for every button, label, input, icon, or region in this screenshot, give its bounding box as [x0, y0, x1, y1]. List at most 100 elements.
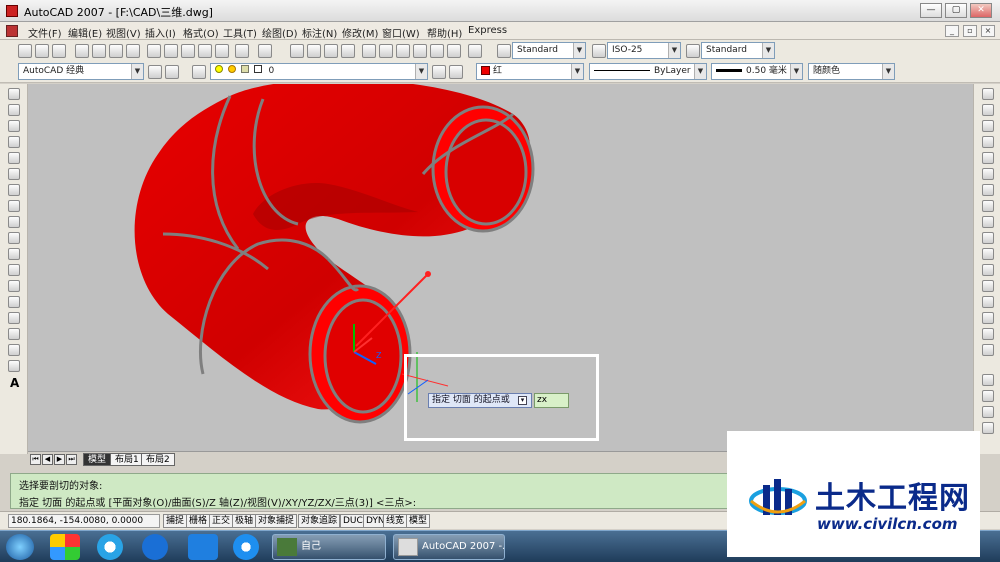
next-tab-icon[interactable]: ▶	[54, 454, 65, 465]
osnap-toggle[interactable]: 对象捕捉	[255, 514, 298, 528]
construction-line-icon[interactable]	[8, 104, 20, 116]
close-button[interactable]: ✕	[970, 3, 992, 18]
scale-icon[interactable]	[982, 200, 994, 212]
tool-palettes-icon[interactable]	[396, 44, 410, 58]
make-block-icon[interactable]	[8, 280, 20, 292]
start-button-icon[interactable]	[6, 534, 34, 560]
menu-format[interactable]: 格式(O)	[183, 25, 219, 40]
draworder-back-icon[interactable]	[982, 390, 994, 402]
layer-manager-icon[interactable]	[192, 65, 206, 79]
player-icon[interactable]	[233, 534, 259, 560]
workspace-select[interactable]: AutoCAD 经典 ▼	[18, 63, 144, 80]
match-properties-icon[interactable]	[198, 44, 212, 58]
paste-icon[interactable]	[181, 44, 195, 58]
table-style-select[interactable]: Standard ▼	[701, 42, 775, 59]
make-current-layer-icon[interactable]	[432, 65, 446, 79]
dim-style-icon[interactable]	[592, 44, 606, 58]
menu-file[interactable]: 文件(F)	[28, 25, 62, 40]
menu-draw[interactable]: 绘图(D)	[262, 25, 298, 40]
otrack-toggle[interactable]: 对象追踪	[298, 514, 341, 528]
menu-tools[interactable]: 工具(T)	[223, 25, 257, 40]
chamfer-icon[interactable]	[982, 312, 994, 324]
dropdown-arrow-icon[interactable]: ▾	[518, 396, 527, 405]
menu-edit[interactable]: 编辑(E)	[68, 25, 102, 40]
new-icon[interactable]	[18, 44, 32, 58]
break-at-point-icon[interactable]	[982, 264, 994, 276]
linetype-select[interactable]: ByLayer ▼	[589, 63, 707, 80]
undo-icon[interactable]	[235, 44, 249, 58]
tab-layout2[interactable]: 布局2	[141, 453, 175, 466]
lineweight-select[interactable]: 0.50 毫米 ▼	[711, 63, 803, 80]
mirror-icon[interactable]	[982, 120, 994, 132]
array-icon[interactable]	[982, 152, 994, 164]
dim-style-select[interactable]: ISO-25 ▼	[607, 42, 681, 59]
menu-view[interactable]: 视图(V)	[106, 25, 141, 40]
first-tab-icon[interactable]: ⏮	[30, 454, 41, 465]
zoom-realtime-icon[interactable]	[307, 44, 321, 58]
ortho-toggle[interactable]: 正交	[209, 514, 234, 528]
design-center-icon[interactable]	[379, 44, 393, 58]
layer-select[interactable]: 0 ▼	[210, 63, 428, 80]
join-icon[interactable]	[982, 296, 994, 308]
workspace-save-icon[interactable]	[165, 65, 179, 79]
coordinate-display[interactable]: 180.1864, -154.0080, 0.0000	[8, 514, 160, 528]
copy-icon[interactable]	[164, 44, 178, 58]
doc-close-button[interactable]: ×	[981, 25, 995, 37]
gradient-icon[interactable]	[8, 328, 20, 340]
menu-insert[interactable]: 插入(I)	[145, 25, 176, 40]
zoom-previous-icon[interactable]	[341, 44, 355, 58]
circle-icon[interactable]	[8, 184, 20, 196]
preview-icon[interactable]	[92, 44, 106, 58]
taskbar-item-autocad[interactable]: AutoCAD 2007 -...	[393, 534, 505, 560]
k-app-icon[interactable]	[142, 534, 168, 560]
point-icon[interactable]	[8, 296, 20, 308]
pan-icon[interactable]	[290, 44, 304, 58]
publish-3d-icon[interactable]	[126, 44, 140, 58]
menu-express[interactable]: Express	[468, 25, 507, 36]
lineweight-toggle[interactable]: 线宽	[383, 514, 408, 528]
arc-icon[interactable]	[8, 168, 20, 180]
menu-dimension[interactable]: 标注(N)	[302, 25, 337, 40]
insert-block-icon[interactable]	[8, 264, 20, 276]
doc-minimize-button[interactable]: _	[945, 25, 959, 37]
layer-previous-icon[interactable]	[449, 65, 463, 79]
polyline-icon[interactable]	[8, 120, 20, 132]
cut-icon[interactable]	[147, 44, 161, 58]
table-icon[interactable]	[8, 360, 20, 372]
shield-icon[interactable]	[188, 534, 218, 560]
zoom-window-icon[interactable]	[324, 44, 338, 58]
browser-icon[interactable]	[50, 534, 80, 560]
properties-icon[interactable]	[362, 44, 376, 58]
workspace-settings-icon[interactable]	[148, 65, 162, 79]
text-style-select[interactable]: Standard ▼	[512, 42, 586, 59]
hatch-icon[interactable]	[8, 312, 20, 324]
color-select[interactable]: 红 ▼	[476, 63, 584, 80]
text-style-icon[interactable]	[497, 44, 511, 58]
sheet-set-icon[interactable]	[413, 44, 427, 58]
doc-restore-button[interactable]: ▫	[963, 25, 977, 37]
taskbar-item-self[interactable]: 自己	[272, 534, 386, 560]
offset-icon[interactable]	[982, 136, 994, 148]
menu-modify[interactable]: 修改(M)	[342, 25, 378, 40]
qq-browser-icon[interactable]	[97, 534, 123, 560]
trim-icon[interactable]	[982, 232, 994, 244]
dynamic-input-field[interactable]: zx	[534, 393, 569, 408]
open-icon[interactable]	[35, 44, 49, 58]
model-toggle[interactable]: 模型	[406, 514, 431, 528]
rectangle-icon[interactable]	[8, 152, 20, 164]
menu-window[interactable]: 窗口(W)	[382, 25, 420, 40]
fillet-icon[interactable]	[982, 328, 994, 340]
revision-cloud-icon[interactable]	[8, 200, 20, 212]
save-icon[interactable]	[52, 44, 66, 58]
plotstyle-select[interactable]: 随颜色 ▼	[808, 63, 895, 80]
plot-icon[interactable]	[75, 44, 89, 58]
erase-icon[interactable]	[982, 88, 994, 100]
line-icon[interactable]	[8, 88, 20, 100]
markup-icon[interactable]	[430, 44, 444, 58]
ellipse-icon[interactable]	[8, 232, 20, 244]
calculator-icon[interactable]	[447, 44, 461, 58]
spline-icon[interactable]	[8, 216, 20, 228]
prev-tab-icon[interactable]: ◀	[42, 454, 53, 465]
last-tab-icon[interactable]: ⏭	[66, 454, 77, 465]
move-icon[interactable]	[982, 168, 994, 180]
